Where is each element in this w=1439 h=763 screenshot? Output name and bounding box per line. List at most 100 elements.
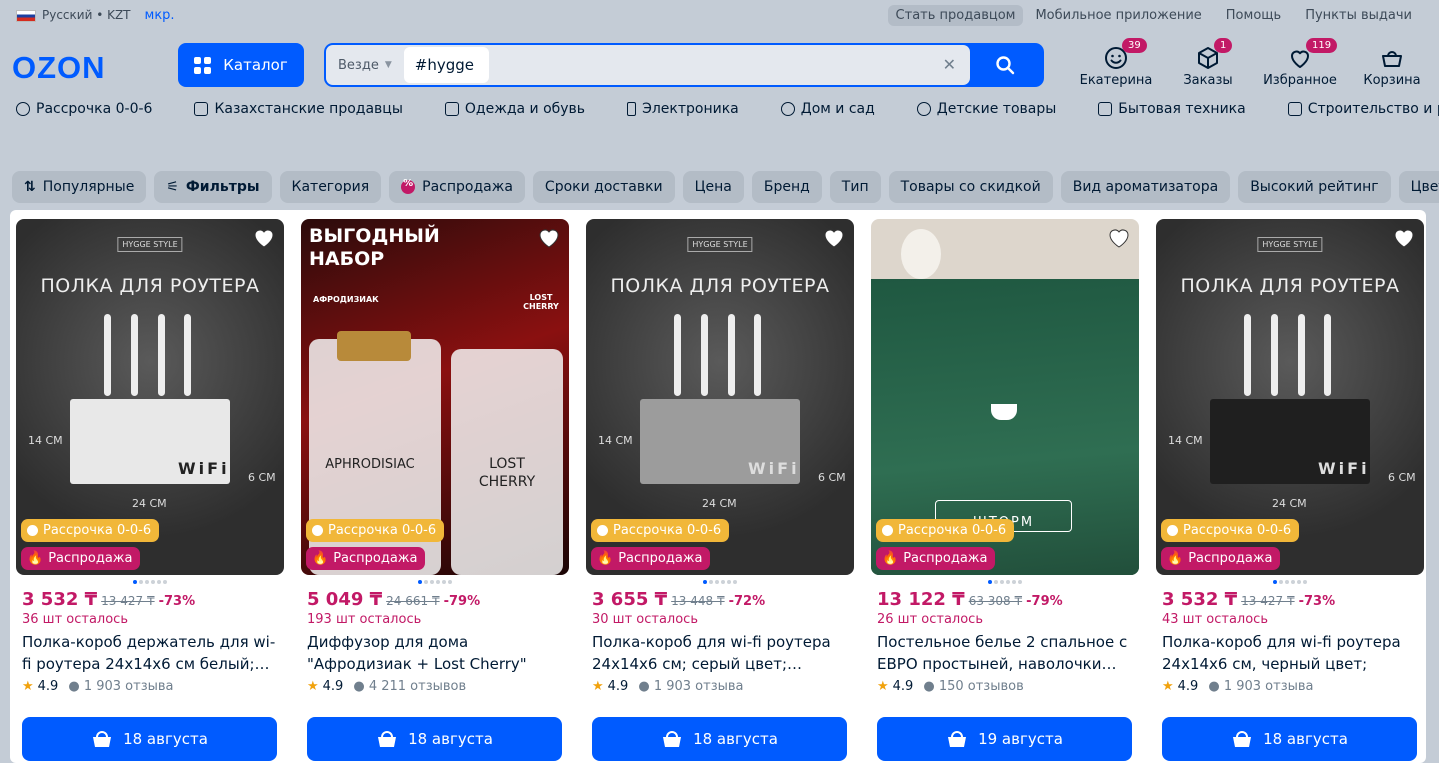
sort-icon: ⇅ — [24, 179, 36, 195]
installment-badge: Рассрочка 0-0-6 — [591, 519, 730, 542]
help-link[interactable]: Помощь — [1214, 8, 1293, 23]
become-seller-link[interactable]: Стать продавцом — [887, 4, 1024, 26]
filter-price[interactable]: Цена — [682, 171, 744, 203]
product-name[interactable]: Постельное белье 2 спальное с ЕВРО прост… — [871, 631, 1139, 675]
reviews-count: ● 1 903 отзыва — [68, 679, 174, 694]
comment-icon: ● — [923, 679, 935, 694]
nav-item-installment[interactable]: Рассрочка 0-0-6 — [16, 101, 152, 117]
nav-item-electronics[interactable]: Электроника — [627, 101, 739, 117]
ozon-logo[interactable]: OZON — [12, 50, 106, 86]
sale-badge: 🔥 Распродажа — [1161, 547, 1281, 570]
sale-badge: 🔥 Распродажа — [591, 547, 711, 570]
favorite-heart-icon[interactable] — [537, 227, 561, 249]
add-to-cart-button[interactable]: 18 августа — [1162, 717, 1417, 761]
stock-left: 26 шт осталось — [877, 612, 983, 627]
sale-icon — [401, 178, 416, 194]
installment-badge: Рассрочка 0-0-6 — [876, 519, 1015, 542]
stock-left: 193 шт осталось — [307, 612, 422, 627]
product-card[interactable]: ВЫГОДНЫЙ НАБОР АФРОДИЗИАК LOST CHERRY AP… — [301, 219, 569, 761]
image-dots — [301, 580, 569, 584]
nav-item-kz-sellers[interactable]: Казахстанские продавцы — [194, 101, 403, 117]
filter-type[interactable]: Тип — [829, 171, 881, 203]
product-image[interactable]: ШТОРМ Рассрочка 0-0-6 🔥Распродажа — [871, 219, 1139, 575]
product-card[interactable]: ШТОРМ Рассрочка 0-0-6 🔥Распродажа 13 122… — [871, 219, 1139, 761]
filter-fragrance[interactable]: Вид ароматизатора — [1060, 171, 1231, 203]
add-to-cart-button[interactable]: 18 августа — [307, 717, 562, 761]
filter-popular[interactable]: ⇅ Популярные — [12, 171, 147, 203]
image-dots — [871, 580, 1139, 584]
product-name[interactable]: Полка-короб для wi-fi роутера 24х14х6 см… — [586, 631, 854, 675]
appliance-icon — [1098, 102, 1113, 116]
add-to-cart-button[interactable]: 18 августа — [22, 717, 277, 761]
search-bar: Везде ▼ #hygge ✕ — [324, 43, 1044, 87]
favorite-heart-icon[interactable] — [822, 227, 846, 249]
favorite-heart-icon[interactable] — [1392, 227, 1416, 249]
phone-icon — [627, 102, 637, 116]
basket-icon — [663, 731, 682, 747]
product-image[interactable]: HYGGE STYLE ПОЛКА ДЛЯ РОУТЕРА WiFi 14 СМ… — [1156, 219, 1424, 575]
rating: ★ 4.9 ● 1 903 отзыва — [22, 679, 174, 694]
filter-color[interactable]: Цвет — [1398, 171, 1439, 203]
product-image[interactable]: HYGGE STYLE ПОЛКА ДЛЯ РОУТЕРА WiFi 14 СМ… — [586, 219, 854, 575]
nav-item-construction[interactable]: Строительство и ремонт — [1287, 101, 1439, 117]
favorite-heart-icon[interactable] — [1107, 227, 1131, 249]
nav-item-appliances[interactable]: Бытовая техника — [1098, 101, 1246, 117]
comment-icon: ● — [638, 679, 650, 694]
star-icon: ★ — [307, 679, 319, 694]
pickup-points-link[interactable]: Пункты выдачи — [1293, 8, 1424, 23]
city-selector[interactable]: мкр. — [145, 8, 175, 23]
locale-selector[interactable]: Русский • KZT — [16, 8, 131, 22]
product-card[interactable]: HYGGE STYLE ПОЛКА ДЛЯ РОУТЕРА WiFi 14 СМ… — [16, 219, 284, 761]
fire-icon: 🔥 — [597, 551, 614, 566]
fire-icon: 🔥 — [312, 551, 329, 566]
filter-sale[interactable]: Распродажа — [389, 171, 525, 203]
filter-delivery[interactable]: Сроки доставки — [532, 171, 675, 203]
sale-badge: 🔥 Распродажа — [21, 547, 141, 570]
price-block: 3 532 ₸ 13 427 ₸ -73% — [1162, 589, 1336, 610]
brand-logo: HYGGE STYLE — [117, 237, 183, 252]
favorite-heart-icon[interactable] — [252, 227, 276, 249]
add-to-cart-button[interactable]: 19 августа — [877, 717, 1132, 761]
fire-icon: 🔥 — [882, 551, 899, 566]
search-input[interactable]: #hygge — [403, 47, 489, 83]
clear-icon[interactable]: ✕ — [943, 55, 956, 74]
product-image[interactable]: HYGGE STYLE ПОЛКА ДЛЯ РОУТЕРА WiFi 14 СМ… — [16, 219, 284, 575]
search-button[interactable] — [968, 45, 1042, 85]
filter-high-rating[interactable]: Высокий рейтинг — [1238, 171, 1391, 203]
favorites-badge: 119 — [1306, 38, 1338, 53]
shirt-icon — [444, 102, 459, 116]
nav-item-home-garden[interactable]: Дом и сад — [780, 101, 875, 117]
reviews-count: ● 4 211 отзывов — [353, 679, 467, 694]
nav-item-clothing[interactable]: Одежда и обувь — [444, 101, 585, 117]
basket-icon — [1382, 51, 1402, 67]
product-card[interactable]: HYGGE STYLE ПОЛКА ДЛЯ РОУТЕРА WiFi 14 СМ… — [586, 219, 854, 761]
nav-item-kids[interactable]: Детские товары — [916, 101, 1056, 117]
reviews-count: ● 1 903 отзыва — [638, 679, 744, 694]
mobile-app-link[interactable]: Мобильное приложение — [1023, 8, 1213, 23]
filter-brand[interactable]: Бренд — [751, 171, 822, 203]
rating: ★ 4.9 ● 1 903 отзыва — [592, 679, 744, 694]
price-block: 3 532 ₸ 13 427 ₸ -73% — [22, 589, 196, 610]
product-image[interactable]: ВЫГОДНЫЙ НАБОР АФРОДИЗИАК LOST CHERRY AP… — [301, 219, 569, 575]
filter-discounted[interactable]: Товары со скидкой — [888, 171, 1053, 203]
filter-category[interactable]: Категория — [279, 171, 382, 203]
product-card[interactable]: HYGGE STYLE ПОЛКА ДЛЯ РОУТЕРА WiFi 14 СМ… — [1156, 219, 1424, 761]
baby-icon — [916, 102, 931, 116]
search-scope-dropdown[interactable]: Везде ▼ — [326, 45, 404, 85]
favorites-button[interactable]: 119 Избранное — [1254, 38, 1346, 92]
product-name[interactable]: Диффузор для дома "Афродизиак + Lost Che… — [301, 631, 569, 675]
profile-button[interactable]: 39 Екатерина — [1070, 38, 1162, 92]
price-block: 13 122 ₸ 63 308 ₸ -79% — [877, 589, 1063, 610]
brand-logo: HYGGE STYLE — [687, 237, 753, 252]
add-to-cart-button[interactable]: 18 августа — [592, 717, 847, 761]
image-dots — [1156, 580, 1424, 584]
orders-button[interactable]: 1 Заказы — [1162, 38, 1254, 92]
filter-filters[interactable]: ⚟ Фильтры — [154, 171, 272, 203]
cart-button[interactable]: Корзина — [1346, 38, 1438, 92]
image-dots — [586, 580, 854, 584]
sliders-icon: ⚟ — [166, 179, 179, 195]
product-name[interactable]: Полка-короб держатель для wi-fi роутера … — [16, 631, 284, 675]
grid-icon — [194, 56, 212, 74]
catalog-button[interactable]: Каталог — [178, 43, 304, 87]
product-name[interactable]: Полка-короб для wi-fi роутера 24х14х6 см… — [1156, 631, 1424, 675]
